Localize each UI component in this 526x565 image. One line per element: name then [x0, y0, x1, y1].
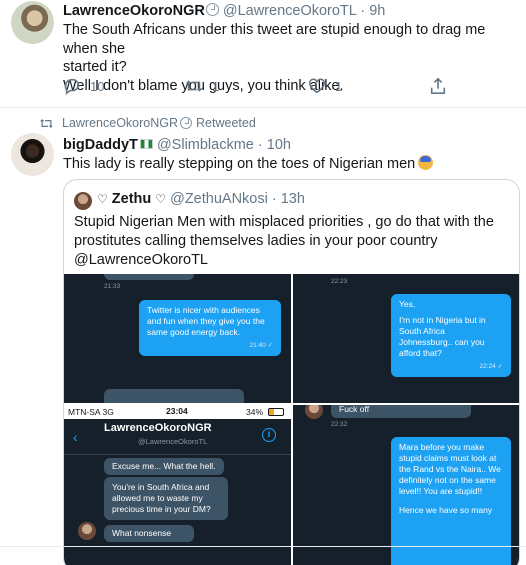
chat-bubble-received: You're in South Africa and allowed me to…: [104, 477, 228, 520]
chat-bubble-sent: Yes, I'm not in Nigeria but in South Afr…: [391, 294, 511, 377]
message-text: Mara before you make stupid claims must …: [399, 442, 501, 496]
chat-bubble-received: What nonsense: [104, 525, 194, 542]
like-button[interactable]: 1: [308, 77, 342, 95]
heart-icon: [308, 78, 326, 94]
message-time: 21:40 ✓: [249, 342, 273, 349]
info-icon: i: [262, 428, 276, 442]
battery-icon: [268, 408, 284, 416]
quoted-tweet-text: Stupid Nigerian Men with misplaced prior…: [74, 213, 514, 270]
avatar: [78, 522, 96, 540]
author-handle[interactable]: @Slimblackme: [157, 137, 254, 153]
message-text: I'm not in Nigeria but in South Africa: [399, 315, 486, 336]
tweet-text-line: The South Africans under this tweet are …: [63, 22, 486, 57]
reply-icon: [64, 78, 80, 95]
quoted-text-line: Stupid Nigerian Men with misplaced prior…: [74, 214, 494, 230]
timestamp[interactable]: 10h: [267, 137, 291, 153]
tweet-text: This lady is really stepping on the toes…: [63, 155, 523, 174]
image-grid[interactable]: 21:33 Twitter is nicer with audiences an…: [64, 274, 519, 565]
retweet-count: 1: [212, 78, 220, 94]
divider: [0, 546, 526, 547]
author-name[interactable]: LawrenceOkoroNGR: [63, 3, 205, 19]
tweet-text-line: started it?: [63, 59, 127, 75]
chat-contact-handle: @LawrenceOkoroTL: [138, 437, 208, 446]
avatar[interactable]: [11, 1, 54, 44]
chat-bubble-received: [104, 274, 194, 280]
heart-icon: ♡: [155, 192, 167, 206]
chat-bubble-received: Fuck off: [331, 405, 471, 418]
screenshot-image-3[interactable]: MTN-SA 3G 23:04 34% ‹ LawrenceOkoroNGR @…: [64, 405, 291, 565]
message-text: Excuse me... What the hell.: [112, 461, 216, 471]
retweet-icon: [40, 118, 53, 128]
retweet-icon: [186, 80, 202, 92]
tweet-1[interactable]: LawrenceOkoroNGR @LawrenceOkoroTL · 9h T…: [0, 0, 526, 108]
share-icon: [430, 77, 446, 95]
retweeter-name[interactable]: LawrenceOkoroNGR: [62, 116, 178, 130]
emoji-icon: [418, 155, 434, 170]
retweeted-indicator: LawrenceOkoroNGR Retweeted: [39, 116, 256, 130]
chat-contact-name: LawrenceOkoroNGR: [104, 422, 212, 434]
chat-bubble-received: [104, 389, 244, 403]
tweet-actions: 10 1 1: [63, 77, 463, 99]
timestamp[interactable]: 9h: [369, 3, 385, 19]
author-handle[interactable]: @LawrenceOkoroTL: [223, 3, 356, 19]
separator-dot: ·: [360, 3, 366, 19]
tweet-header: bigDaddyT @Slimblackme · 10h: [63, 136, 291, 154]
phone-status-bar: MTN-SA 3G 23:04 34%: [64, 405, 291, 419]
reply-button[interactable]: 10: [63, 77, 104, 95]
message-text: You're in South Africa and allowed me to…: [112, 482, 211, 514]
avatar: [74, 192, 92, 210]
reply-icon[interactable]: [63, 550, 73, 565]
screenshot-image-4[interactable]: Fuck off 22:32 Mara before you make stup…: [293, 405, 519, 565]
message-text: Yes,: [399, 299, 416, 309]
screenshot-image-1[interactable]: 21:33 Twitter is nicer with audiences an…: [64, 274, 291, 403]
quoted-timestamp: 13h: [280, 191, 305, 207]
quoted-author-handle: @ZethuANkosi: [170, 191, 268, 207]
retweeted-label: Retweeted: [196, 116, 256, 130]
message-time: 22:32: [331, 421, 348, 428]
message-text: Twitter is nicer with audiences and fun …: [147, 305, 265, 337]
separator-dot: ·: [257, 137, 263, 153]
message-text: Johnessburg.. can you afford that?: [399, 337, 485, 358]
carrier-label: MTN-SA 3G: [68, 407, 114, 417]
chat-bubble-received: Excuse me... What the hell.: [104, 458, 224, 475]
message-text: Fuck off: [339, 405, 370, 414]
battery-label: 34%: [246, 407, 264, 417]
message-text: Hence we have so many: [399, 505, 493, 515]
share-button[interactable]: [429, 77, 447, 95]
message-time: 22:23: [331, 278, 348, 285]
message-time: 22:24 ✓: [479, 363, 503, 370]
tweet-header: LawrenceOkoroNGR @LawrenceOkoroTL · 9h: [63, 2, 385, 20]
nigeria-flag-icon: [139, 139, 153, 149]
reply-count: 10: [90, 78, 105, 94]
author-name[interactable]: bigDaddyT: [63, 137, 138, 153]
quoted-tweet-header: ♡ Zethu ♡ @ZethuANkosi · 13h: [97, 191, 305, 207]
retweet-button[interactable]: 1: [185, 77, 219, 95]
avatar[interactable]: [11, 133, 54, 176]
verified-icon: [205, 3, 219, 16]
clock-label: 23:04: [166, 406, 188, 416]
quoted-author-name: Zethu: [111, 191, 152, 207]
verified-icon: [180, 117, 193, 129]
chat-header: ‹ LawrenceOkoroNGR @LawrenceOkoroTL i: [64, 419, 291, 455]
avatar: [305, 405, 323, 419]
heart-icon: ♡: [97, 192, 108, 206]
back-arrow-icon: ‹: [73, 429, 78, 445]
chat-bubble-sent: Twitter is nicer with audiences and fun …: [139, 300, 281, 356]
screenshot-image-2[interactable]: 22:23 Yes, I'm not in Nigeria but in Sou…: [293, 274, 519, 403]
quoted-text-line: @LawrenceOkoroTL: [74, 252, 208, 268]
message-text: What nonsense: [112, 528, 172, 538]
separator-dot: ·: [271, 191, 277, 207]
quoted-text-line: prostitutes calling themselves ladies in…: [74, 233, 438, 249]
quoted-tweet[interactable]: ♡ Zethu ♡ @ZethuANkosi · 13h Stupid Nige…: [63, 179, 520, 565]
like-count: 1: [335, 78, 343, 94]
message-time: 21:33: [104, 283, 121, 290]
tweet-text-line: This lady is really stepping on the toes…: [63, 156, 416, 172]
